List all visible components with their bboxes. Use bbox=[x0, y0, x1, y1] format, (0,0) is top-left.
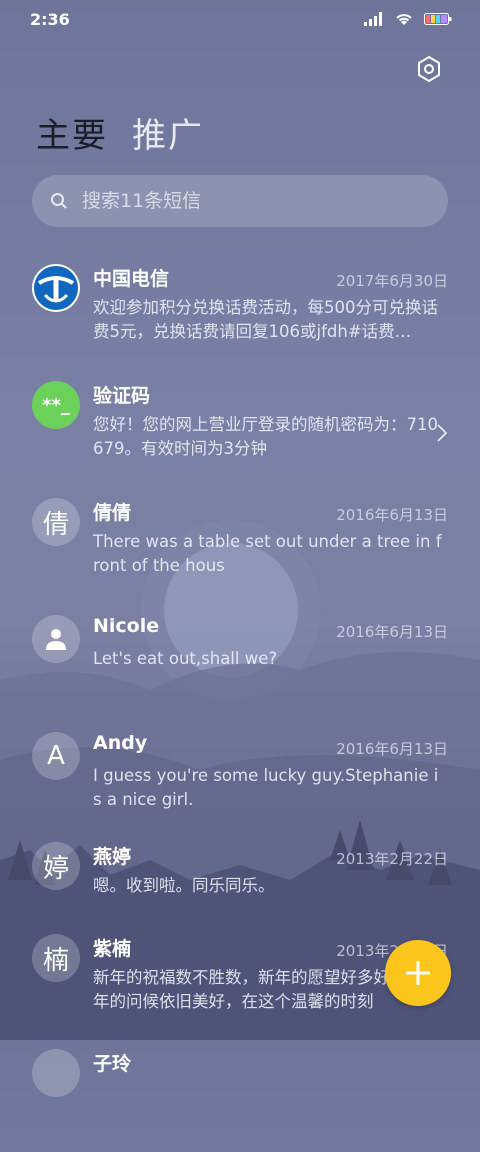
status-icons bbox=[364, 12, 452, 26]
conversation-row[interactable]: 婷 燕婷 2013年2月22日 嗯。收到啦。同乐同乐。 bbox=[0, 828, 480, 920]
message-preview: I guess you're some lucky guy.Stephanie … bbox=[93, 766, 439, 809]
message-date: 2013年2月22日 bbox=[336, 850, 448, 868]
conversation-row[interactable]: Nicole 2016年6月13日 Let's eat out,shall we… bbox=[0, 601, 480, 718]
conversation-row[interactable]: 倩 倩倩 2016年6月13日 There was a table set ou… bbox=[0, 484, 480, 601]
conversation-row[interactable]: **_ 验证码 您好！您的网上营业厅登录的随机密码为：710679。有效时间为3… bbox=[0, 367, 480, 484]
conversation-row[interactable]: A Andy 2016年6月13日 I guess you're some lu… bbox=[0, 718, 480, 828]
settings-gear-icon[interactable] bbox=[414, 54, 444, 84]
china-telecom-logo-avatar bbox=[32, 264, 80, 312]
wifi-icon bbox=[396, 14, 412, 25]
avatar bbox=[32, 1049, 80, 1097]
signal-icon bbox=[364, 12, 382, 26]
status-time: 2:36 bbox=[30, 10, 70, 29]
verification-code-avatar: **_ bbox=[32, 381, 80, 429]
message-preview: 您好！您的网上营业厅登录的随机密码为：710679。有效时间为3分钟 bbox=[93, 415, 438, 458]
message-date: 2016年6月13日 bbox=[336, 740, 448, 758]
contact-name: 倩倩 bbox=[93, 502, 132, 524]
message-preview: 嗯。收到啦。同乐同乐。 bbox=[93, 876, 275, 895]
conversation-list: 中国电信 2017年6月30日 欢迎参加积分兑换话费活动，每500分可兑换话费5… bbox=[0, 250, 480, 1152]
avatar: 倩 bbox=[32, 498, 80, 546]
message-preview: 欢迎参加积分兑换话费活动，每500分可兑换话费5元，兑换话费请回复106或jfd… bbox=[93, 298, 438, 341]
chevron-right-icon[interactable] bbox=[436, 423, 448, 443]
china-telecom-logo-icon bbox=[34, 266, 78, 310]
contact-name: 紫楠 bbox=[93, 938, 132, 960]
avatar: A bbox=[32, 732, 80, 780]
search-icon bbox=[51, 193, 67, 209]
contact-name: 中国电信 bbox=[93, 268, 170, 290]
contact-name: 子玲 bbox=[93, 1053, 132, 1075]
status-bar: 2:36 bbox=[0, 0, 480, 44]
message-preview: There was a table set out under a tree i… bbox=[93, 532, 442, 575]
avatar: 婷 bbox=[32, 842, 80, 890]
search-bar[interactable] bbox=[32, 175, 448, 227]
avatar: 楠 bbox=[32, 934, 80, 982]
tab-bar: 主要 推广 bbox=[36, 108, 204, 157]
battery-icon bbox=[424, 13, 452, 25]
contact-name: 燕婷 bbox=[93, 846, 132, 868]
message-date: 2016年6月13日 bbox=[336, 623, 448, 641]
conversation-row[interactable]: 子玲 bbox=[0, 1035, 480, 1152]
avatar bbox=[32, 615, 80, 663]
message-preview: Let's eat out,shall we? bbox=[93, 649, 278, 668]
contact-name: 验证码 bbox=[93, 385, 151, 407]
contact-name: Nicole bbox=[93, 615, 160, 637]
tab-promotions[interactable]: 推广 bbox=[132, 108, 204, 157]
search-input[interactable] bbox=[80, 189, 424, 213]
message-date: 2017年6月30日 bbox=[336, 272, 448, 290]
message-date: 2016年6月13日 bbox=[336, 506, 448, 524]
plus-icon bbox=[406, 961, 430, 985]
compose-button[interactable] bbox=[385, 940, 451, 1006]
person-icon bbox=[46, 629, 66, 650]
tab-primary[interactable]: 主要 bbox=[36, 108, 108, 157]
contact-name: Andy bbox=[93, 732, 148, 754]
conversation-row[interactable]: 中国电信 2017年6月30日 欢迎参加积分兑换话费活动，每500分可兑换话费5… bbox=[0, 250, 480, 367]
